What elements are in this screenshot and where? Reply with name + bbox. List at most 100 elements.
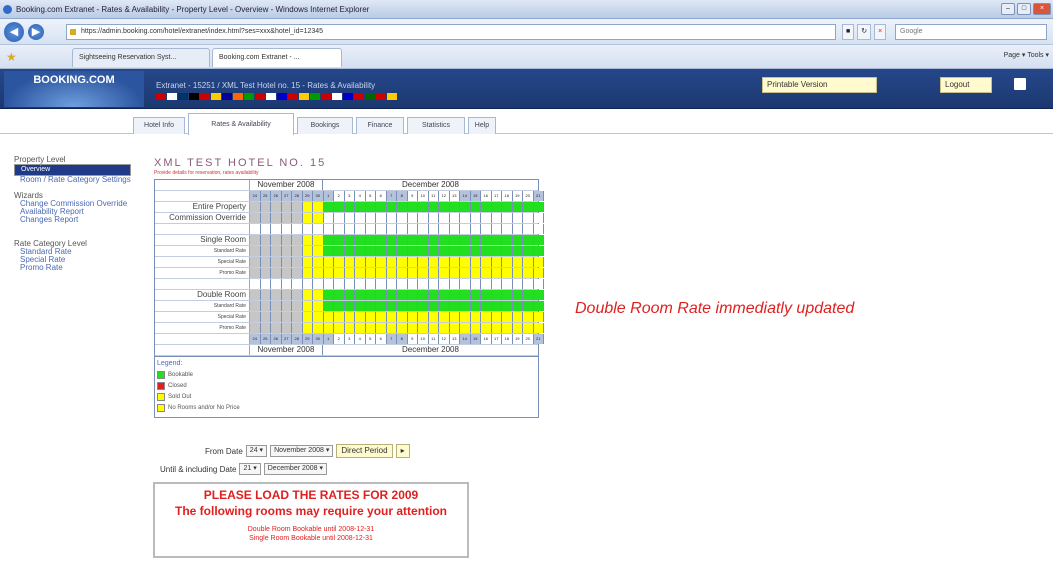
availability-cell[interactable] (355, 202, 366, 212)
availability-cell[interactable] (376, 312, 387, 322)
availability-cell[interactable] (449, 202, 460, 212)
availability-cell[interactable] (355, 246, 366, 256)
availability-cell[interactable] (334, 312, 345, 322)
availability-cell[interactable] (533, 246, 544, 256)
availability-cell[interactable] (460, 202, 471, 212)
availability-cell[interactable] (460, 301, 471, 311)
availability-cell[interactable] (344, 246, 355, 256)
availability-cell[interactable] (397, 246, 408, 256)
availability-cell[interactable] (418, 301, 429, 311)
availability-cell[interactable] (470, 279, 481, 289)
availability-cell[interactable] (323, 301, 334, 311)
availability-cell[interactable] (470, 202, 481, 212)
availability-cell[interactable] (439, 290, 450, 300)
availability-cell[interactable] (470, 268, 481, 278)
availability-cell[interactable] (365, 312, 376, 322)
availability-cell[interactable] (428, 312, 439, 322)
availability-cell[interactable] (271, 257, 282, 267)
availability-cell[interactable] (460, 279, 471, 289)
close-button[interactable]: × (1033, 3, 1051, 15)
availability-cell[interactable] (250, 235, 261, 245)
availability-cell[interactable] (260, 301, 271, 311)
availability-cell[interactable] (397, 257, 408, 267)
availability-cell[interactable] (355, 290, 366, 300)
availability-cell[interactable] (386, 224, 397, 234)
availability-cell[interactable] (344, 213, 355, 223)
search-input[interactable]: Google (895, 24, 1047, 40)
availability-cell[interactable] (397, 235, 408, 245)
availability-cell[interactable] (533, 312, 544, 322)
availability-cell[interactable] (344, 202, 355, 212)
availability-cell[interactable] (386, 301, 397, 311)
availability-cell[interactable] (334, 235, 345, 245)
availability-cell[interactable] (512, 202, 523, 212)
availability-cell[interactable] (470, 323, 481, 333)
tab-hotel-info[interactable]: Hotel Info (133, 117, 185, 134)
availability-cell[interactable] (323, 246, 334, 256)
availability-cell[interactable] (334, 246, 345, 256)
availability-cell[interactable] (323, 224, 334, 234)
availability-cell[interactable] (470, 312, 481, 322)
availability-cell[interactable] (260, 279, 271, 289)
availability-cell[interactable] (449, 257, 460, 267)
availability-cell[interactable] (418, 224, 429, 234)
availability-cell[interactable] (428, 246, 439, 256)
availability-cell[interactable] (439, 312, 450, 322)
availability-cell[interactable] (449, 290, 460, 300)
availability-cell[interactable] (533, 235, 544, 245)
availability-cell[interactable] (418, 213, 429, 223)
availability-cell[interactable] (250, 290, 261, 300)
nav-promo-rate[interactable]: Promo Rate (14, 264, 131, 272)
availability-cell[interactable] (313, 312, 324, 322)
availability-cell[interactable] (439, 257, 450, 267)
availability-cell[interactable] (439, 301, 450, 311)
availability-cell[interactable] (449, 301, 460, 311)
availability-cell[interactable] (365, 268, 376, 278)
availability-cell[interactable] (260, 246, 271, 256)
availability-cell[interactable] (302, 290, 313, 300)
availability-cell[interactable] (292, 213, 303, 223)
availability-cell[interactable] (460, 235, 471, 245)
availability-cell[interactable] (355, 213, 366, 223)
availability-cell[interactable] (323, 323, 334, 333)
availability-cell[interactable] (502, 224, 513, 234)
stop-icon[interactable]: × (874, 24, 887, 40)
browser-tab-booking[interactable]: Booking.com Extranet - ... (212, 48, 342, 67)
availability-cell[interactable] (512, 323, 523, 333)
url-input[interactable]: https://admin.booking.com/hotel/extranet… (66, 24, 836, 40)
availability-cell[interactable] (407, 235, 418, 245)
availability-cell[interactable] (502, 202, 513, 212)
availability-cell[interactable] (365, 323, 376, 333)
availability-cell[interactable] (250, 268, 261, 278)
availability-cell[interactable] (481, 323, 492, 333)
availability-cell[interactable] (302, 224, 313, 234)
availability-cell[interactable] (292, 312, 303, 322)
availability-cell[interactable] (376, 213, 387, 223)
availability-cell[interactable] (512, 290, 523, 300)
availability-cell[interactable] (313, 213, 324, 223)
availability-cell[interactable] (260, 312, 271, 322)
availability-cell[interactable] (491, 312, 502, 322)
availability-cell[interactable] (376, 279, 387, 289)
availability-cell[interactable] (376, 268, 387, 278)
availability-cell[interactable] (323, 268, 334, 278)
availability-cell[interactable] (460, 323, 471, 333)
availability-cell[interactable] (365, 279, 376, 289)
availability-cell[interactable] (397, 224, 408, 234)
availability-cell[interactable] (271, 246, 282, 256)
availability-cell[interactable] (260, 224, 271, 234)
availability-cell[interactable] (512, 301, 523, 311)
availability-cell[interactable] (260, 213, 271, 223)
availability-cell[interactable] (491, 235, 502, 245)
availability-cell[interactable] (523, 268, 534, 278)
availability-cell[interactable] (512, 279, 523, 289)
availability-cell[interactable] (344, 279, 355, 289)
availability-cell[interactable] (250, 301, 261, 311)
availability-cell[interactable] (470, 301, 481, 311)
availability-cell[interactable] (271, 213, 282, 223)
availability-cell[interactable] (386, 290, 397, 300)
availability-cell[interactable] (502, 301, 513, 311)
availability-cell[interactable] (386, 323, 397, 333)
availability-cell[interactable] (439, 268, 450, 278)
availability-cell[interactable] (365, 257, 376, 267)
